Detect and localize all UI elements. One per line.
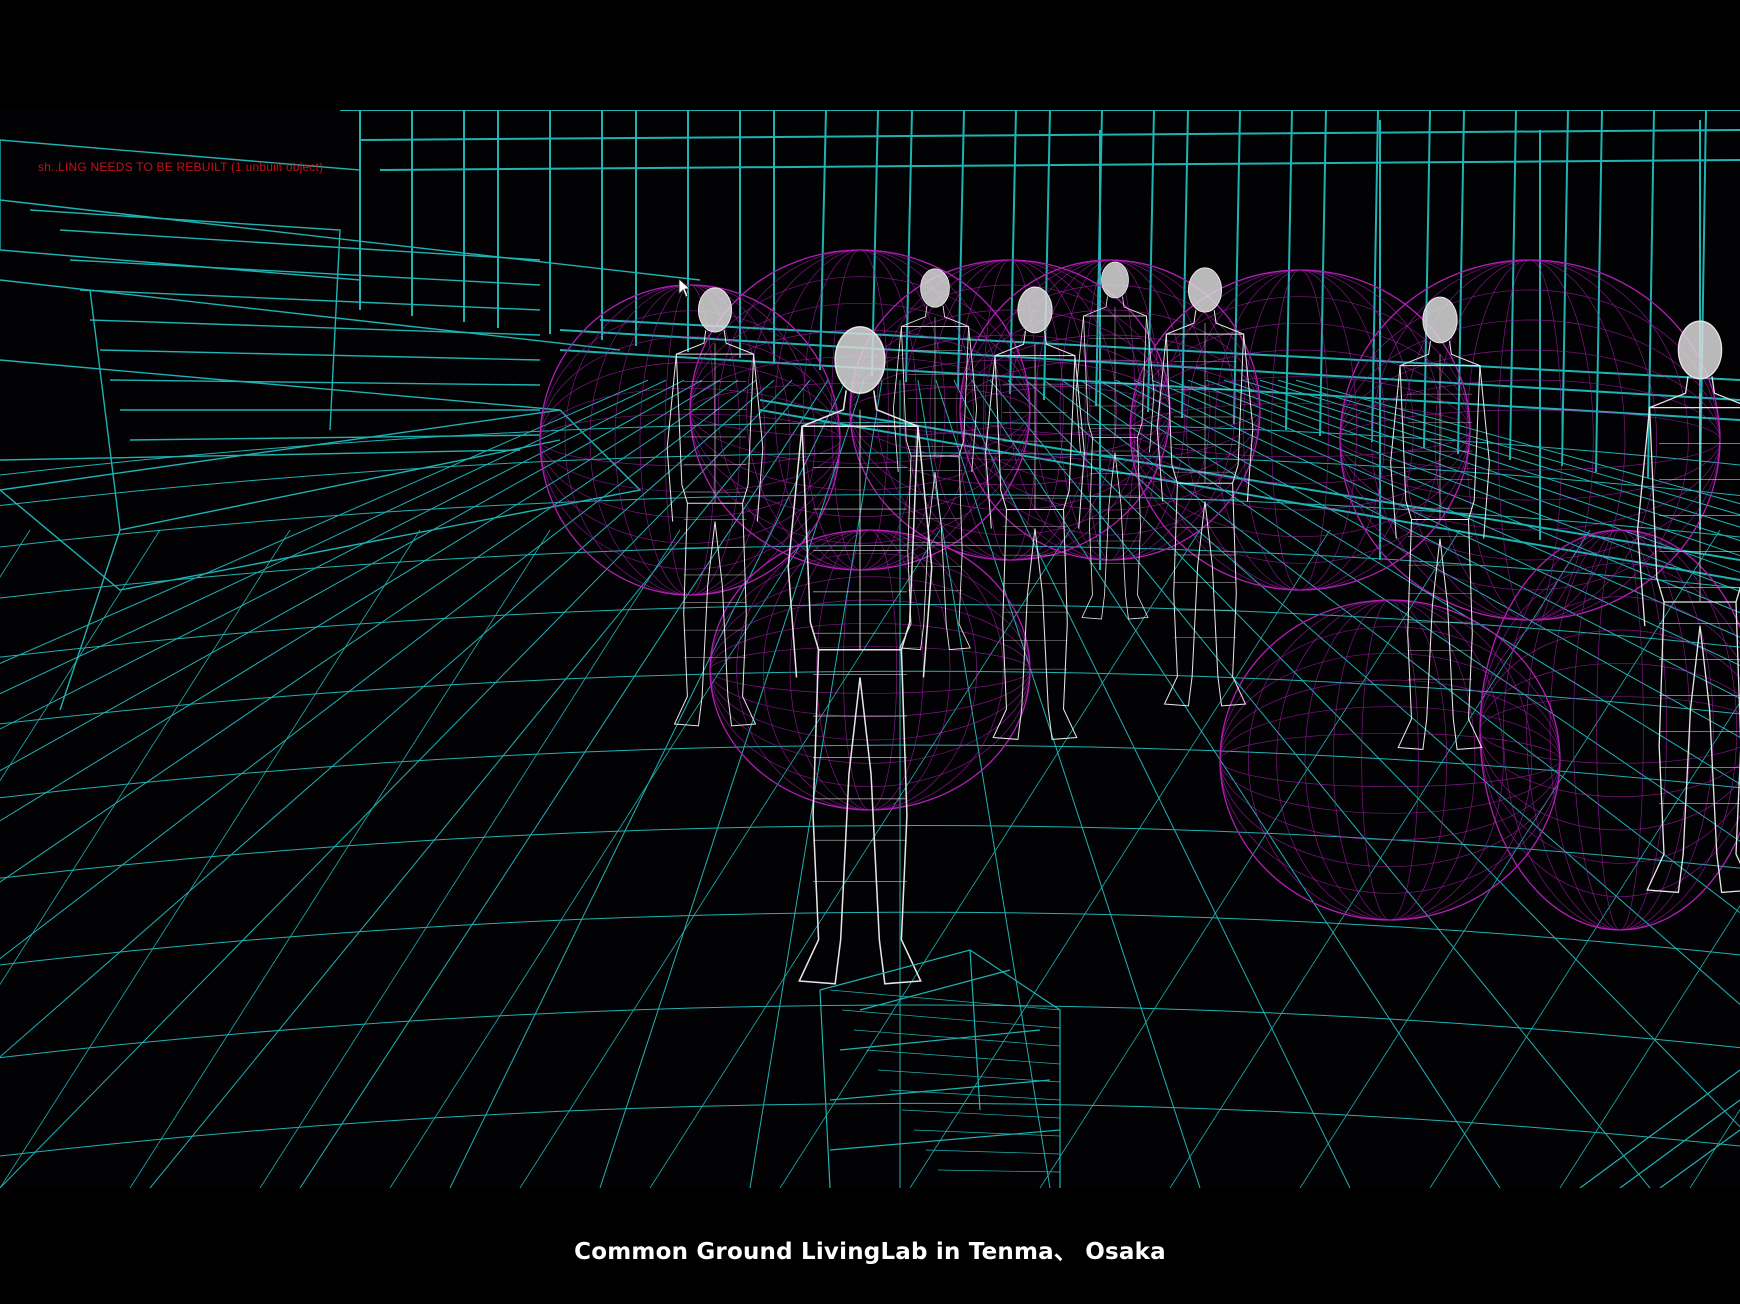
arrow-cursor-icon <box>678 278 692 298</box>
human-figures <box>666 261 1740 985</box>
video-frame: sh..LING NEEDS TO BE REBUILT (1 unbuilt … <box>0 0 1740 1304</box>
wireframe-scene <box>0 110 1740 1188</box>
human-figure <box>666 287 764 727</box>
3d-viewport[interactable]: sh..LING NEEDS TO BE REBUILT (1 unbuilt … <box>0 110 1740 1188</box>
environment-wireframe <box>0 110 1740 1188</box>
debug-message: sh..LING NEEDS TO BE REBUILT (1 unbuilt … <box>38 160 324 174</box>
video-caption: Common Ground LivingLab in Tenma、 Osaka <box>574 1239 1166 1265</box>
